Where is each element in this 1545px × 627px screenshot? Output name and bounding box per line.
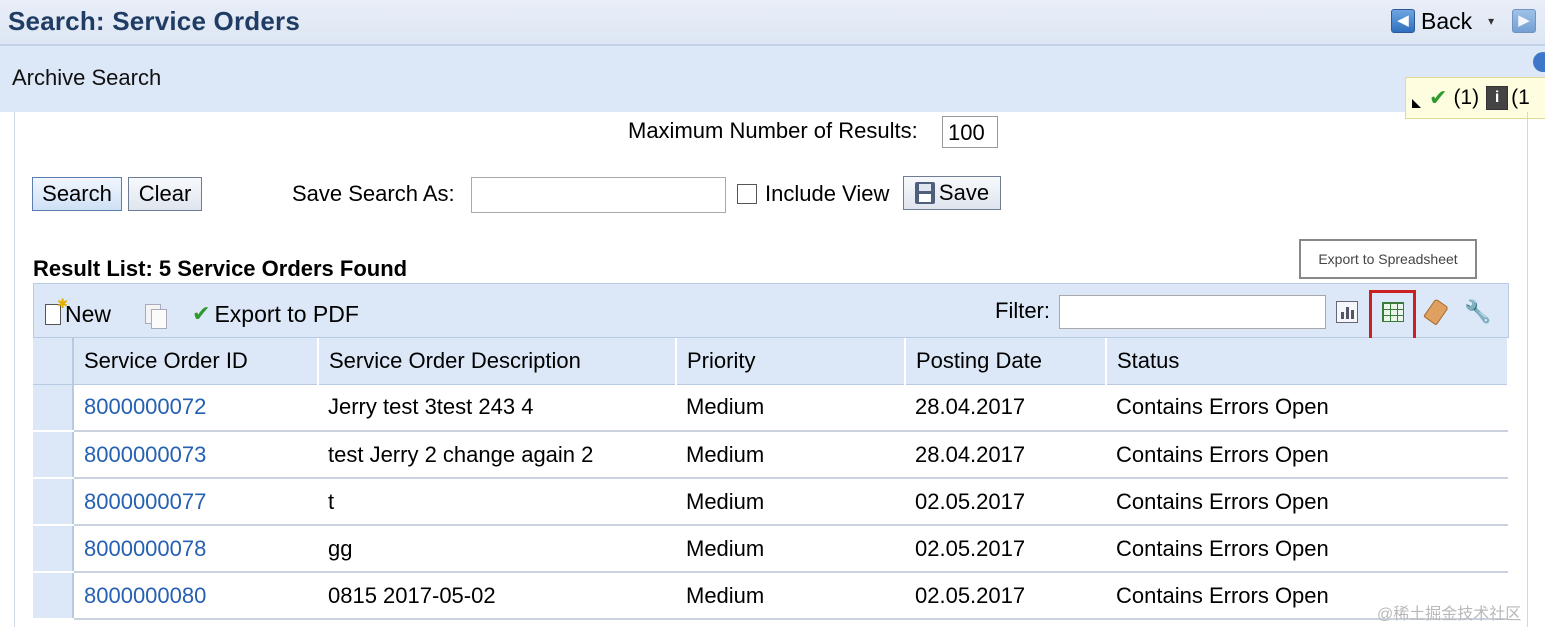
new-document-icon (45, 296, 68, 325)
settings-button[interactable]: 🔧 (1463, 296, 1493, 328)
max-results-input[interactable]: 100 (942, 116, 998, 148)
cell-service-order-id: 8000000073 (73, 431, 318, 479)
table-row[interactable]: 8000000072 Jerry test 3test 243 4 Medium 28… (33, 384, 1508, 432)
corner-arrow-icon (1412, 98, 1421, 108)
floppy-disk-icon (914, 182, 935, 204)
archive-band (0, 46, 1545, 112)
copy-button[interactable] (143, 302, 169, 329)
row-select-cell[interactable] (33, 384, 74, 432)
cell-service-order-id: 8000000077 (73, 478, 318, 526)
filter-label: Filter: (995, 298, 1050, 323)
row-select-cell[interactable] (33, 478, 74, 526)
tag-icon (1423, 298, 1449, 326)
column-header-status[interactable]: Status (1106, 338, 1509, 385)
checkmark-icon: ✔ (192, 301, 211, 326)
page-title: Search: Service Orders (8, 6, 301, 36)
save-search-as-input[interactable] (471, 177, 726, 213)
cell-service-order-id: 8000000072 (73, 384, 318, 432)
arrow-left-icon: ◀ (1391, 9, 1415, 33)
cell-description: Jerry test 3test 243 4 (318, 384, 676, 432)
copy-icon-front (151, 309, 167, 329)
column-header-id[interactable]: Service Order ID (73, 338, 319, 385)
table-header-row: Service Order ID Service Order Descripti… (33, 338, 1509, 385)
service-order-link[interactable]: 8000000078 (84, 536, 206, 561)
cell-description: test Jerry 2 change again 2 (318, 431, 676, 479)
cell-priority: Medium (676, 572, 905, 620)
chart-icon (1336, 301, 1358, 323)
cell-priority: Medium (676, 478, 905, 526)
cell-description: t (318, 478, 676, 526)
cell-priority: Medium (676, 525, 905, 573)
cell-description: gg (318, 525, 676, 573)
cell-posting-date: 02.05.2017 (905, 572, 1106, 620)
cell-status: Contains Errors Open (1106, 525, 1508, 573)
highlight-box (1369, 290, 1416, 341)
search-button[interactable]: Search (32, 177, 122, 211)
service-order-link[interactable]: 8000000072 (84, 394, 206, 419)
cell-priority: Medium (676, 384, 905, 432)
export-spreadsheet-tooltip: Export to Spreadsheet (1299, 239, 1477, 279)
column-header-description[interactable]: Service Order Description (318, 338, 677, 385)
cell-priority: Medium (676, 431, 905, 479)
row-select-cell[interactable] (33, 525, 74, 573)
column-header-posting-date[interactable]: Posting Date (905, 338, 1107, 385)
cell-service-order-id: 8000000078 (73, 525, 318, 573)
export-pdf-label: Export to PDF (214, 300, 359, 327)
cell-status: Contains Errors Open (1106, 431, 1508, 479)
table-row[interactable]: 8000000073 test Jerry 2 change again 2 Med… (33, 431, 1508, 479)
cell-posting-date: 02.05.2017 (905, 478, 1106, 526)
service-order-link[interactable]: 8000000073 (84, 442, 206, 467)
cell-posting-date: 28.04.2017 (905, 431, 1106, 479)
service-order-link[interactable]: 8000000080 (84, 583, 206, 608)
archive-search-label: Archive Search (12, 65, 162, 90)
table-row[interactable]: 8000000080 0815 2017-05-02 Medium 02.05.201… (33, 572, 1508, 620)
include-view-checkbox[interactable] (737, 184, 757, 204)
back-label: Back (1421, 7, 1473, 34)
info-icon: i (1486, 86, 1509, 110)
arrow-right-icon[interactable]: ▶ (1512, 9, 1536, 33)
cell-status: Contains Errors Open (1106, 384, 1508, 432)
save-button[interactable]: Save (903, 176, 1001, 210)
export-pdf-button[interactable]: ✔ Export to PDF (192, 299, 359, 329)
back-button[interactable]: ◀ Back ▾ (1391, 7, 1494, 35)
save-search-as-label: Save Search As: (292, 181, 455, 206)
wrench-icon: 🔧 (1464, 299, 1492, 324)
row-select-cell[interactable] (33, 572, 74, 620)
info-count: (1 (1511, 86, 1530, 109)
clear-button[interactable]: Clear (128, 177, 202, 211)
cell-status: Contains Errors Open (1106, 478, 1508, 526)
table-row[interactable]: 8000000077 t Medium 02.05.2017 Contains Erro… (33, 478, 1508, 526)
filter-input[interactable] (1059, 295, 1326, 329)
new-label: New (65, 300, 112, 327)
result-list-title: Result List: 5 Service Orders Found (33, 256, 408, 281)
chevron-down-icon[interactable]: ▾ (1488, 14, 1494, 28)
table-row[interactable]: 8000000078 gg Medium 02.05.2017 Contains Err… (33, 525, 1508, 573)
new-button[interactable]: New (45, 296, 112, 329)
max-results-label: Maximum Number of Results: (628, 118, 918, 143)
service-order-link[interactable]: 8000000077 (84, 489, 206, 514)
success-check-icon: ✔ (1429, 85, 1448, 110)
save-button-label: Save (938, 180, 990, 205)
success-count: (1) (1453, 86, 1480, 109)
include-view-label: Include View (765, 181, 890, 206)
row-select-cell[interactable] (33, 431, 74, 479)
watermark: @稀土掘金技术社区 (1377, 606, 1522, 623)
cell-service-order-id: 8000000080 (73, 572, 318, 620)
select-all-cell[interactable] (33, 338, 74, 385)
tag-button[interactable] (1421, 296, 1451, 328)
column-header-priority[interactable]: Priority (676, 338, 906, 385)
result-table: Service Order ID Service Order Descripti… (33, 338, 1509, 620)
cell-posting-date: 28.04.2017 (905, 384, 1106, 432)
cell-description: 0815 2017-05-02 (318, 572, 676, 620)
chart-button[interactable] (1332, 296, 1362, 328)
cell-posting-date: 02.05.2017 (905, 525, 1106, 573)
